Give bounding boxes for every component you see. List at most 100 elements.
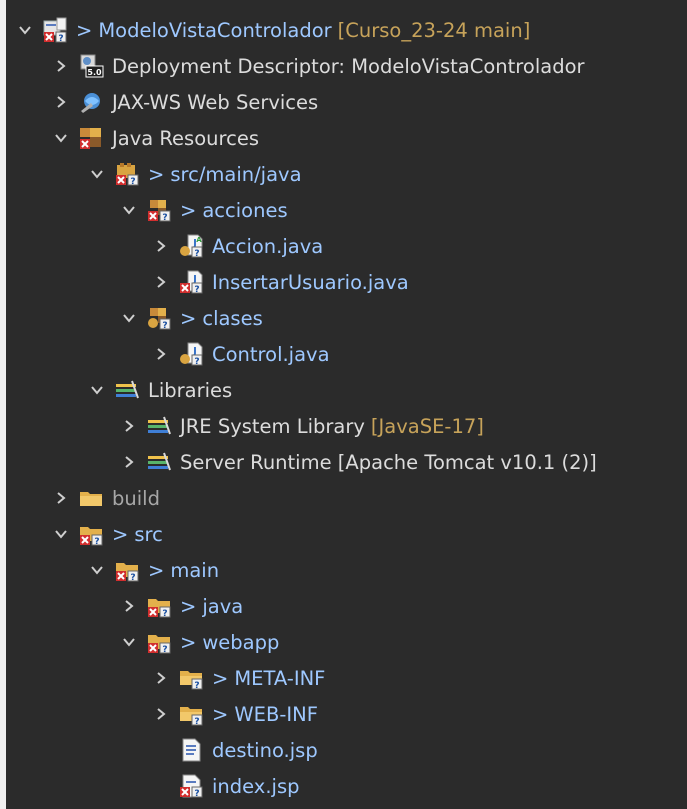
prefix-marker: > xyxy=(180,306,197,330)
insertar-usuario-java-label: InsertarUsuario.java xyxy=(212,270,409,294)
tree-row-jaxws[interactable]: JAX-WS Web Services xyxy=(54,84,318,120)
java-folder-label: java xyxy=(202,594,244,618)
tree-row-deployment-descriptor[interactable]: 5.0 Deployment Descriptor: ModeloVistaCo… xyxy=(54,48,585,84)
web-project-icon: ? xyxy=(42,17,68,44)
jre-system-library-label: JRE System Library xyxy=(180,414,365,438)
tree-row-web-inf[interactable]: ? > WEB-INF xyxy=(154,696,318,732)
prefix-marker: > xyxy=(212,666,229,690)
java-file-error-icon: J ? xyxy=(178,269,204,295)
prefix-marker: > xyxy=(76,18,93,42)
folder-error-icon: ? xyxy=(78,521,104,547)
tree-row-accion-java[interactable]: J A ? Accion.java xyxy=(154,228,323,264)
chevron-right-icon[interactable] xyxy=(154,347,168,361)
deployment-descriptor-label: Deployment Descriptor: ModeloVistaContro… xyxy=(112,54,585,78)
tree-row-project[interactable]: ? > ModeloVistaControlador [Curso_23-24 … xyxy=(18,12,530,48)
folder-icon xyxy=(78,485,104,511)
folder-error-icon: ? xyxy=(146,629,172,655)
chevron-right-icon[interactable] xyxy=(154,275,168,289)
java-file-icon: J A ? xyxy=(178,233,204,259)
git-decorator: [Curso_23-24 main] xyxy=(337,18,531,42)
tree-row-index-jsp[interactable]: ? index.jsp xyxy=(178,768,300,804)
java-resources-icon xyxy=(78,125,104,151)
svg-text:?: ? xyxy=(194,717,199,727)
prefix-marker: > xyxy=(180,198,197,222)
folder-error-icon: ? xyxy=(146,593,172,619)
svg-text:?: ? xyxy=(194,681,199,691)
build-folder-label: build xyxy=(112,486,160,510)
folder-icon: ? xyxy=(178,701,204,727)
jaxws-icon xyxy=(78,89,104,115)
tree-row-build[interactable]: build xyxy=(54,480,160,516)
chevron-down-icon[interactable] xyxy=(54,131,68,145)
tree-row-src-main-java[interactable]: ? > src/main/java xyxy=(90,156,302,192)
library-icon xyxy=(146,449,172,475)
chevron-down-icon[interactable] xyxy=(90,563,104,577)
svg-text:?: ? xyxy=(130,573,135,583)
package-clases-label: clases xyxy=(202,306,263,330)
tree-row-java-resources[interactable]: Java Resources xyxy=(54,120,259,156)
chevron-down-icon[interactable] xyxy=(90,383,104,397)
package-icon: ? xyxy=(146,197,172,223)
chevron-down-icon[interactable] xyxy=(122,635,136,649)
svg-text:?: ? xyxy=(162,321,167,331)
libraries-label: Libraries xyxy=(148,378,233,402)
svg-text:?: ? xyxy=(162,609,167,619)
source-folder-icon: ? xyxy=(114,161,140,187)
tree-row-java-folder[interactable]: ? > java xyxy=(122,588,243,624)
chevron-right-icon[interactable] xyxy=(122,455,136,469)
prefix-marker: > xyxy=(180,594,197,618)
folder-icon: ? xyxy=(178,665,204,691)
prefix-marker: > xyxy=(148,162,165,186)
prefix-marker: > xyxy=(112,522,129,546)
libraries-icon xyxy=(114,377,140,403)
chevron-right-icon[interactable] xyxy=(122,419,136,433)
chevron-right-icon[interactable] xyxy=(154,671,168,685)
chevron-down-icon[interactable] xyxy=(54,527,68,541)
tree-row-package-clases[interactable]: ? > clases xyxy=(122,300,263,336)
chevron-down-icon[interactable] xyxy=(90,167,104,181)
svg-text:?: ? xyxy=(162,645,167,655)
jsp-file-error-icon: ? xyxy=(178,773,204,799)
tree-row-libraries[interactable]: Libraries xyxy=(90,372,232,408)
java-file-icon: J ? xyxy=(178,341,204,367)
chevron-right-icon[interactable] xyxy=(154,707,168,721)
index-jsp-label: index.jsp xyxy=(212,774,300,798)
tree-row-src[interactable]: ? > src xyxy=(54,516,163,552)
tree-row-control-java[interactable]: J ? Control.java xyxy=(154,336,330,372)
src-folder-label: src xyxy=(134,522,163,546)
prefix-marker: > xyxy=(212,702,229,726)
tree-row-insertar-usuario-java[interactable]: J ? InsertarUsuario.java xyxy=(154,264,409,300)
package-acciones-label: acciones xyxy=(202,198,288,222)
src-main-java-label: src/main/java xyxy=(170,162,302,186)
main-folder-label: main xyxy=(170,558,220,582)
svg-text:?: ? xyxy=(130,177,135,187)
version-badge-text: 5.0 xyxy=(87,68,102,77)
control-java-label: Control.java xyxy=(212,342,330,366)
tree-row-package-acciones[interactable]: ? > acciones xyxy=(122,192,288,228)
jaxws-label: JAX-WS Web Services xyxy=(112,90,319,114)
chevron-down-icon[interactable] xyxy=(18,23,32,37)
tree-row-meta-inf[interactable]: ? > META-INF xyxy=(154,660,325,696)
tree-row-server-runtime[interactable]: Server Runtime [Apache Tomcat v10.1 (2)] xyxy=(122,444,597,480)
prefix-marker: > xyxy=(148,558,165,582)
svg-text:?: ? xyxy=(194,357,199,367)
tree-row-webapp[interactable]: ? > webapp xyxy=(122,624,279,660)
svg-text:A: A xyxy=(196,236,202,244)
chevron-down-icon[interactable] xyxy=(122,311,136,325)
jsp-file-icon xyxy=(178,737,204,763)
java-resources-label: Java Resources xyxy=(112,126,259,150)
project-label: ModeloVistaControlador xyxy=(98,18,332,42)
svg-text:?: ? xyxy=(162,213,167,223)
deployment-descriptor-icon: 5.0 xyxy=(78,53,104,79)
web-inf-folder-label: WEB-INF xyxy=(234,702,318,726)
tree-row-destino-jsp[interactable]: destino.jsp xyxy=(178,732,318,768)
chevron-right-icon[interactable] xyxy=(122,599,136,613)
chevron-right-icon[interactable] xyxy=(54,95,68,109)
chevron-right-icon[interactable] xyxy=(54,491,68,505)
meta-inf-folder-label: META-INF xyxy=(234,666,326,690)
chevron-right-icon[interactable] xyxy=(54,59,68,73)
tree-row-main[interactable]: ? > main xyxy=(90,552,219,588)
chevron-down-icon[interactable] xyxy=(122,203,136,217)
chevron-right-icon[interactable] xyxy=(154,239,168,253)
tree-row-jre-system-library[interactable]: JRE System Library [JavaSE-17] xyxy=(122,408,484,444)
